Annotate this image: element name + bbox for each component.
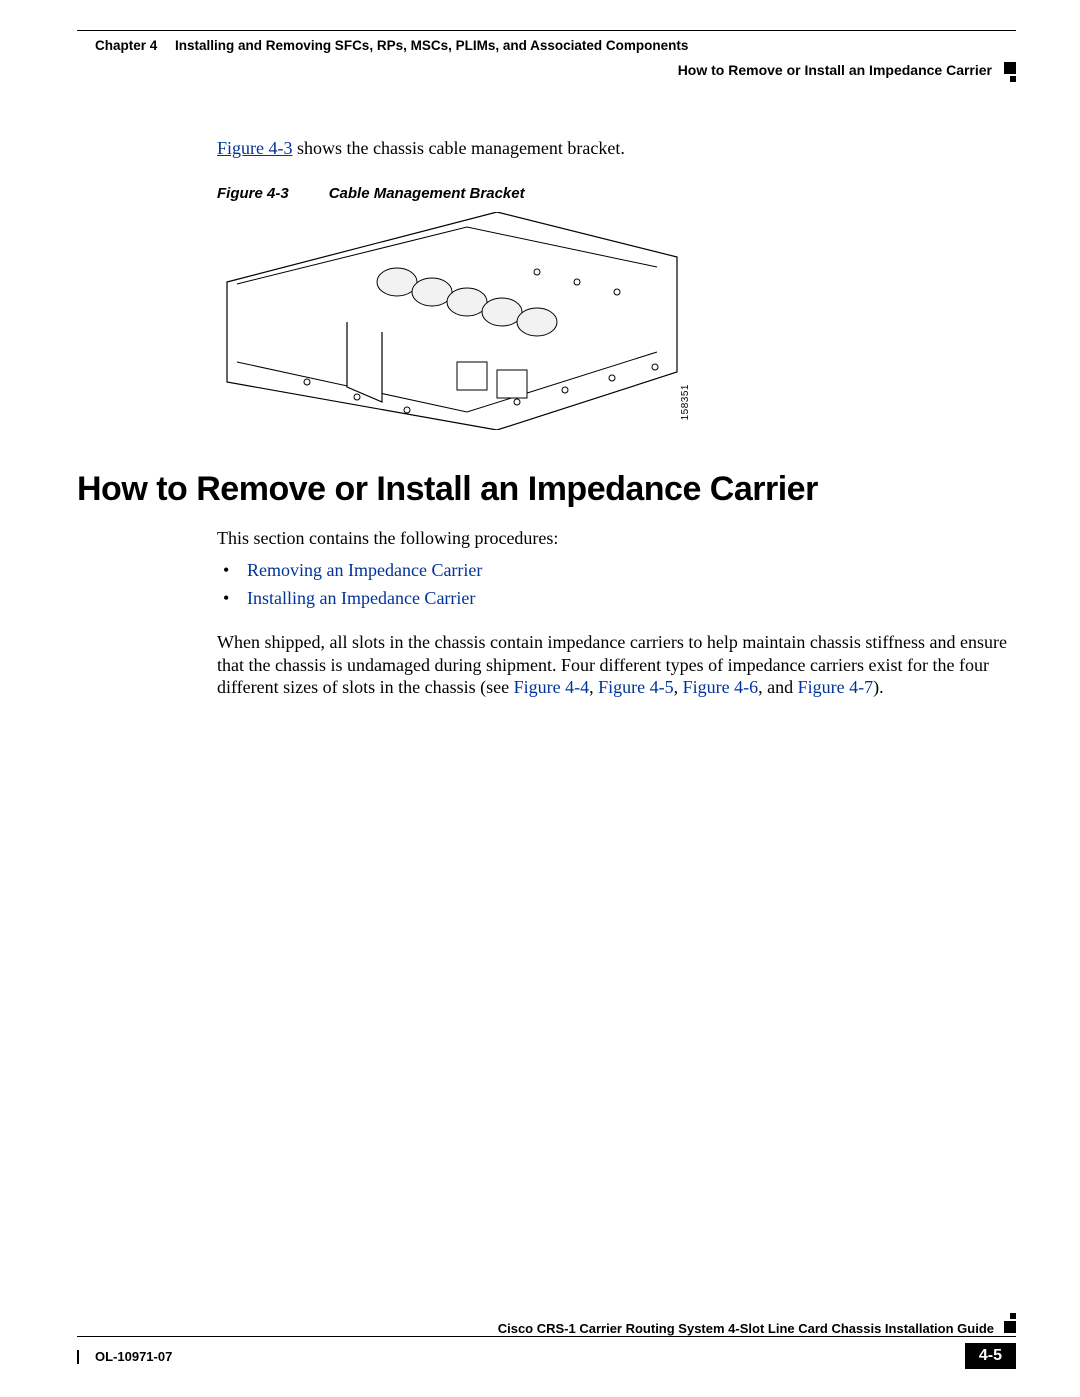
chapter-label: Chapter 4 — [95, 38, 157, 53]
figure-4-6-link[interactable]: Figure 4-6 — [683, 677, 759, 697]
figure-4-4-link[interactable]: Figure 4-4 — [514, 677, 590, 697]
footer-doc-number: OL-10971-07 — [95, 1349, 172, 1364]
installing-impedance-link[interactable]: Installing an Impedance Carrier — [247, 588, 475, 608]
header-marker-icon — [1004, 62, 1016, 74]
page-number: 4-5 — [965, 1343, 1016, 1369]
impedance-description: When shipped, all slots in the chassis c… — [217, 631, 1016, 699]
figure-4-3-image: 158351 — [217, 212, 687, 430]
chapter-title: Installing and Removing SFCs, RPs, MSCs,… — [175, 38, 688, 53]
figure-caption: Figure 4-3 Cable Management Bracket — [217, 185, 1016, 202]
header-section-name: How to Remove or Install an Impedance Ca… — [678, 62, 992, 78]
procedures-intro: This section contains the following proc… — [217, 527, 1016, 550]
section-heading: How to Remove or Install an Impedance Ca… — [77, 470, 1016, 509]
figure-caption-number: Figure 4-3 — [217, 185, 289, 202]
figure-4-5-link[interactable]: Figure 4-5 — [598, 677, 674, 697]
procedures-list: Removing an Impedance Carrier Installing… — [77, 556, 1016, 614]
removing-impedance-link[interactable]: Removing an Impedance Carrier — [247, 560, 482, 580]
list-item: Removing an Impedance Carrier — [247, 556, 1016, 585]
figure-caption-title: Cable Management Bracket — [329, 185, 525, 202]
intro-text: shows the chassis cable management brack… — [293, 138, 625, 158]
intro-paragraph: Figure 4-3 shows the chassis cable manag… — [217, 138, 1016, 159]
footer-marker-icon — [1004, 1321, 1016, 1333]
figure-id-label: 158351 — [680, 384, 691, 420]
footer-marker-icon — [77, 1350, 83, 1364]
footer-marker-icon — [1010, 1313, 1016, 1319]
page-footer: Cisco CRS-1 Carrier Routing System 4-Slo… — [77, 1321, 1016, 1369]
footer-doc-title: Cisco CRS-1 Carrier Routing System 4-Slo… — [498, 1321, 994, 1336]
figure-4-7-link[interactable]: Figure 4-7 — [798, 677, 874, 697]
figure-4-3-link[interactable]: Figure 4-3 — [217, 138, 293, 158]
list-item: Installing an Impedance Carrier — [247, 584, 1016, 613]
